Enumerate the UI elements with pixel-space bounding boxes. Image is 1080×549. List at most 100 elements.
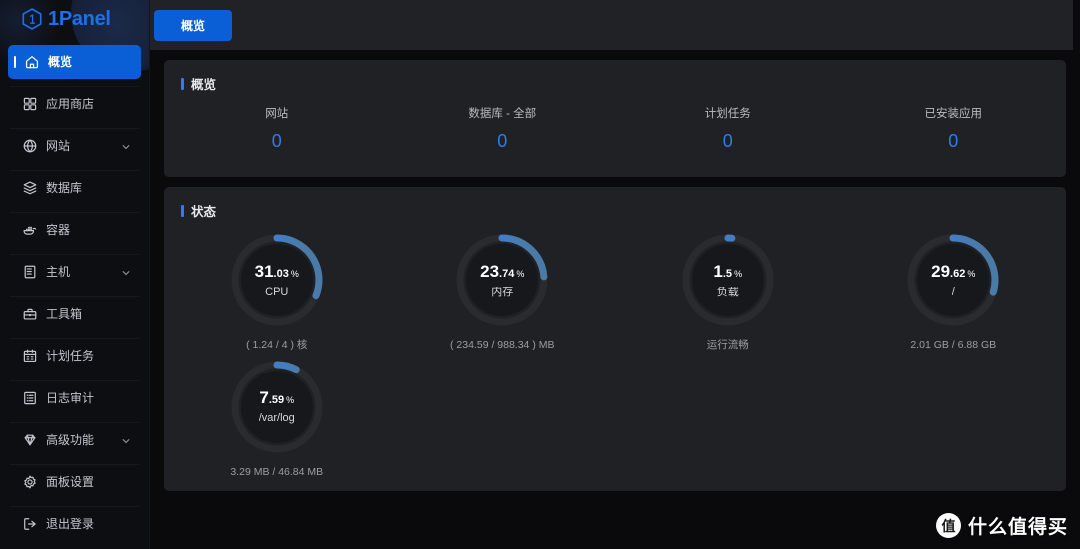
sidebar-item-1[interactable]: 概览 xyxy=(8,45,141,79)
sidebar-item-3[interactable]: 网站 xyxy=(8,129,141,163)
gauge-subtext: 运行流畅 xyxy=(706,339,749,351)
sidebar-item-12[interactable]: 退出登录 xyxy=(8,507,141,541)
gauge-value-int: 31 xyxy=(254,261,274,281)
gauge-value-unit: % xyxy=(967,268,976,279)
gauge-center: 23.74% 内存 xyxy=(466,244,539,316)
gear-icon xyxy=(22,474,38,490)
brand-name: 1Panel xyxy=(48,8,111,30)
overview-stat: 网站 0 xyxy=(164,108,390,150)
gauge-value: 31.03% xyxy=(255,263,299,281)
gauge-value-unit: % xyxy=(734,268,743,279)
sidebar-item-9[interactable]: 日志审计 xyxy=(8,381,141,415)
overview-card-header: 概览 xyxy=(164,60,1066,93)
gauge-subtext: 2.01 GB / 6.88 GB xyxy=(910,339,997,351)
overview-stat: 已安装应用 0 xyxy=(841,108,1067,150)
sidebar-item-label: 面板设置 xyxy=(46,475,95,489)
sidebar-item-label: 退出登录 xyxy=(46,517,95,531)
sidebar-item-label: 主机 xyxy=(46,265,71,279)
chevron-down-icon xyxy=(121,267,131,277)
status-card-header: 状态 xyxy=(164,187,1066,220)
gauge-value: 1.5% xyxy=(713,263,742,281)
gauge-subtext: ( 234.59 / 988.34 ) MB xyxy=(450,339,555,351)
watermark-text: 什么值得买 xyxy=(967,517,1068,538)
overview-title: 概览 xyxy=(191,78,217,92)
overview-stat-label: 网站 xyxy=(265,108,289,120)
globe-icon xyxy=(22,138,38,154)
gauge-name: /var/log xyxy=(258,413,295,424)
diamond-icon xyxy=(22,432,38,448)
title-accent-bar xyxy=(181,77,184,90)
tab-overview[interactable]: 概览 xyxy=(154,9,232,41)
gauge-subtext: 3.29 MB / 46.84 MB xyxy=(230,465,324,478)
sidebar-item-11[interactable]: 面板设置 xyxy=(8,465,141,499)
tab-bar: 概览 xyxy=(150,0,1080,50)
status-gauge: 1.5% 负载 运行流畅 xyxy=(615,224,841,351)
app-root: 1Panel 概览应用商店网站数据库容器主机工具箱计划任务日志审计高级功能面板设… xyxy=(0,0,1080,549)
sidebar-item-label: 网站 xyxy=(46,139,71,153)
gauge-subtext: ( 1.24 / 4 ) 核 xyxy=(246,339,308,351)
gauge-value-int: 29 xyxy=(931,261,951,281)
gauge-ring: 31.03% CPU xyxy=(229,232,325,328)
gauge-value-int: 23 xyxy=(480,261,500,281)
watermark-logo-icon: 值 xyxy=(935,513,961,538)
overview-stat-value[interactable]: 0 xyxy=(164,132,390,150)
database-icon xyxy=(22,180,38,196)
sidebar-item-5[interactable]: 容器 xyxy=(8,213,141,247)
apps-grid-icon xyxy=(22,96,38,112)
gauge-center: 29.62% / xyxy=(917,244,990,316)
sidebar-item-10[interactable]: 高级功能 xyxy=(8,423,141,457)
status-title: 状态 xyxy=(191,205,217,219)
overview-stat-value[interactable]: 0 xyxy=(615,132,841,150)
calendar-icon xyxy=(22,348,38,364)
gauge-value-int: 1 xyxy=(713,261,723,281)
status-gauge: 7.59% /var/log 3.29 MB / 46.84 MB xyxy=(164,351,390,478)
gauge-value-dec: .03 xyxy=(273,267,289,280)
sidebar-item-6[interactable]: 主机 xyxy=(8,255,141,289)
gauge-value-dec: .62 xyxy=(950,267,966,280)
toolbox-icon xyxy=(22,306,38,322)
sidebar: 1Panel 概览应用商店网站数据库容器主机工具箱计划任务日志审计高级功能面板设… xyxy=(0,0,150,549)
overview-stats: 网站 0 数据库 - 全部 0 计划任务 0 已安装应用 0 xyxy=(164,93,1067,150)
sidebar-nav: 概览应用商店网站数据库容器主机工具箱计划任务日志审计高级功能面板设置退出登录 xyxy=(0,38,149,541)
gauge-value-dec: .59 xyxy=(268,394,285,406)
gauge-value-unit: % xyxy=(286,395,295,405)
gauge-name: 负载 xyxy=(716,286,739,298)
sidebar-item-4[interactable]: 数据库 xyxy=(8,171,141,205)
sidebar-item-label: 应用商店 xyxy=(46,97,95,111)
sidebar-item-label: 工具箱 xyxy=(46,307,83,321)
gauge-ring: 1.5% 负载 xyxy=(680,232,776,328)
overview-stat-value[interactable]: 0 xyxy=(390,132,616,150)
sidebar-item-label: 计划任务 xyxy=(46,349,95,363)
chevron-down-icon xyxy=(121,435,131,445)
chevron-down-icon xyxy=(121,141,131,151)
sidebar-item-label: 日志审计 xyxy=(46,391,95,405)
sidebar-item-8[interactable]: 计划任务 xyxy=(8,339,141,373)
gauge-ring: 23.74% 内存 xyxy=(454,232,550,328)
status-gauge: 23.74% 内存 ( 234.59 / 988.34 ) MB xyxy=(390,224,616,351)
sidebar-item-label: 概览 xyxy=(48,55,73,69)
sidebar-item-7[interactable]: 工具箱 xyxy=(8,297,141,331)
gauge-value: 29.62% xyxy=(931,263,975,281)
gauge-ring: 29.62% / xyxy=(905,232,1001,328)
gauge-value-dec: .74 xyxy=(499,267,515,280)
status-gauge: 29.62% / 2.01 GB / 6.88 GB xyxy=(841,224,1067,351)
gauge-value-unit: % xyxy=(290,268,299,279)
watermark: 值 什么值得买 xyxy=(935,512,1068,539)
overview-stat-value[interactable]: 0 xyxy=(841,132,1067,150)
gauge-value-dec: .5 xyxy=(722,267,733,280)
page-right-edge xyxy=(1073,0,1080,549)
sidebar-item-2[interactable]: 应用商店 xyxy=(8,87,141,121)
status-gauge: 31.03% CPU ( 1.24 / 4 ) 核 xyxy=(164,224,390,351)
gauge-name: / xyxy=(951,286,955,298)
app-logo[interactable]: 1Panel xyxy=(0,0,149,38)
home-icon xyxy=(24,54,40,70)
overview-stat: 计划任务 0 xyxy=(615,108,841,150)
title-accent-bar xyxy=(181,204,184,217)
gauge-center: 31.03% CPU xyxy=(240,244,313,316)
gauge-name: 内存 xyxy=(491,286,514,298)
overview-stat-label: 已安装应用 xyxy=(924,108,983,120)
hexagon-one-icon xyxy=(22,8,42,30)
docker-icon xyxy=(22,222,38,238)
gauge-name: CPU xyxy=(265,286,289,298)
sidebar-item-label: 数据库 xyxy=(46,181,83,195)
